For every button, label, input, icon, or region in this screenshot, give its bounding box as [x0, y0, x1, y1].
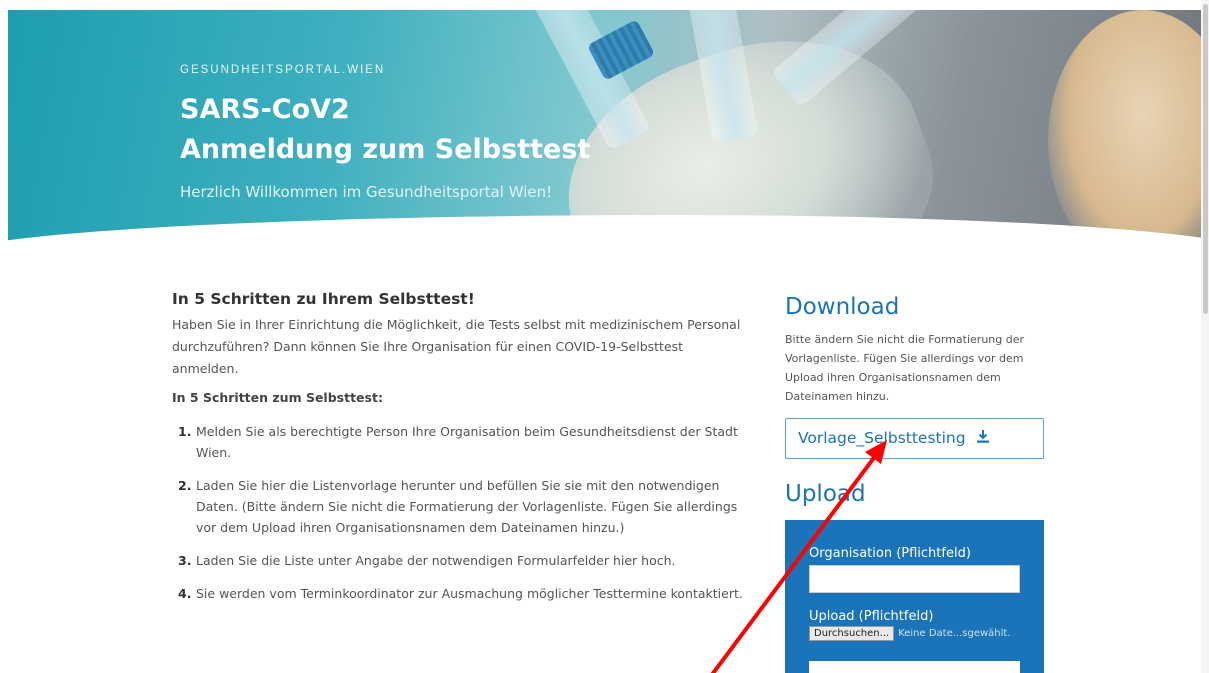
organisation-label: Organisation (Pflichtfeld)	[809, 546, 971, 561]
file-status-text: Keine Date...sgewählt.	[898, 628, 1011, 639]
steps-heading: In 5 Schritten zum Selbsttest:	[172, 390, 383, 405]
list-item: 2. Laden Sie hier die Listenvorlage herun…	[172, 475, 752, 538]
step-text: Laden Sie hier die Listenvorlage herunte…	[196, 478, 738, 535]
browse-button[interactable]: Durchsuchen...	[809, 626, 895, 641]
download-template-button[interactable]: Vorlage_Selbsttesting	[785, 418, 1044, 459]
steps-list: 1. Melden Sie als berechtigte Person Ihre…	[172, 421, 752, 604]
brand-label: GESUNDHEITSPORTAL.WIEN	[180, 64, 386, 76]
next-form-field[interactable]	[809, 661, 1020, 673]
download-button-label: Vorlage_Selbsttesting	[798, 429, 966, 447]
scrollbar[interactable]	[1201, 0, 1209, 673]
main-content: In 5 Schritten zu Ihrem Selbsttest! Habe…	[172, 290, 752, 616]
step-text: Melden Sie als berechtigte Person Ihre O…	[196, 424, 738, 460]
hero-wave	[8, 215, 1201, 260]
hero-banner: GESUNDHEITSPORTAL.WIEN SARS-CoV2 Anmeldu…	[8, 10, 1201, 260]
organisation-input[interactable]	[809, 565, 1020, 593]
sidebar: Download Bitte ändern Sie nicht die Form…	[785, 294, 1045, 673]
download-heading: Download	[785, 294, 900, 320]
step-number: 1.	[178, 424, 192, 439]
scrollbar-thumb[interactable]	[1203, 4, 1208, 314]
upload-form: Organisation (Pflichtfeld) Upload (Pflic…	[785, 520, 1044, 673]
hand-image	[1048, 10, 1201, 260]
step-text: Sie werden vom Terminkoordinator zur Aus…	[196, 586, 743, 601]
title-line-2: Anmeldung zum Selbsttest	[180, 134, 591, 165]
section-heading: In 5 Schritten zu Ihrem Selbsttest!	[172, 290, 475, 308]
file-picker: Durchsuchen... Keine Date...sgewählt.	[809, 626, 1020, 641]
step-number: 4.	[178, 586, 192, 601]
upload-heading: Upload	[785, 481, 866, 507]
list-item: 3. Laden Sie die Liste unter Angabe der n…	[172, 550, 752, 571]
page-subtitle: Herzlich Willkommen im Gesundheitsportal…	[180, 183, 553, 201]
list-item: 1. Melden Sie als berechtigte Person Ihre…	[172, 421, 752, 463]
intro-text: Haben Sie in Ihrer Einrichtung die Mögli…	[172, 317, 741, 376]
title-line-1: SARS-CoV2	[180, 94, 350, 125]
upload-label: Upload (Pflichtfeld)	[809, 609, 934, 624]
download-note: Bitte ändern Sie nicht die Formatierung …	[785, 333, 1025, 403]
download-icon	[976, 420, 989, 459]
page-title: SARS-CoV2 Anmeldung zum Selbsttest	[180, 90, 590, 170]
step-text: Laden Sie die Liste unter Angabe der not…	[196, 553, 676, 568]
list-item: 4. Sie werden vom Terminkoordinator zur A…	[172, 583, 752, 604]
step-number: 2.	[178, 478, 192, 493]
step-number: 3.	[178, 553, 192, 568]
